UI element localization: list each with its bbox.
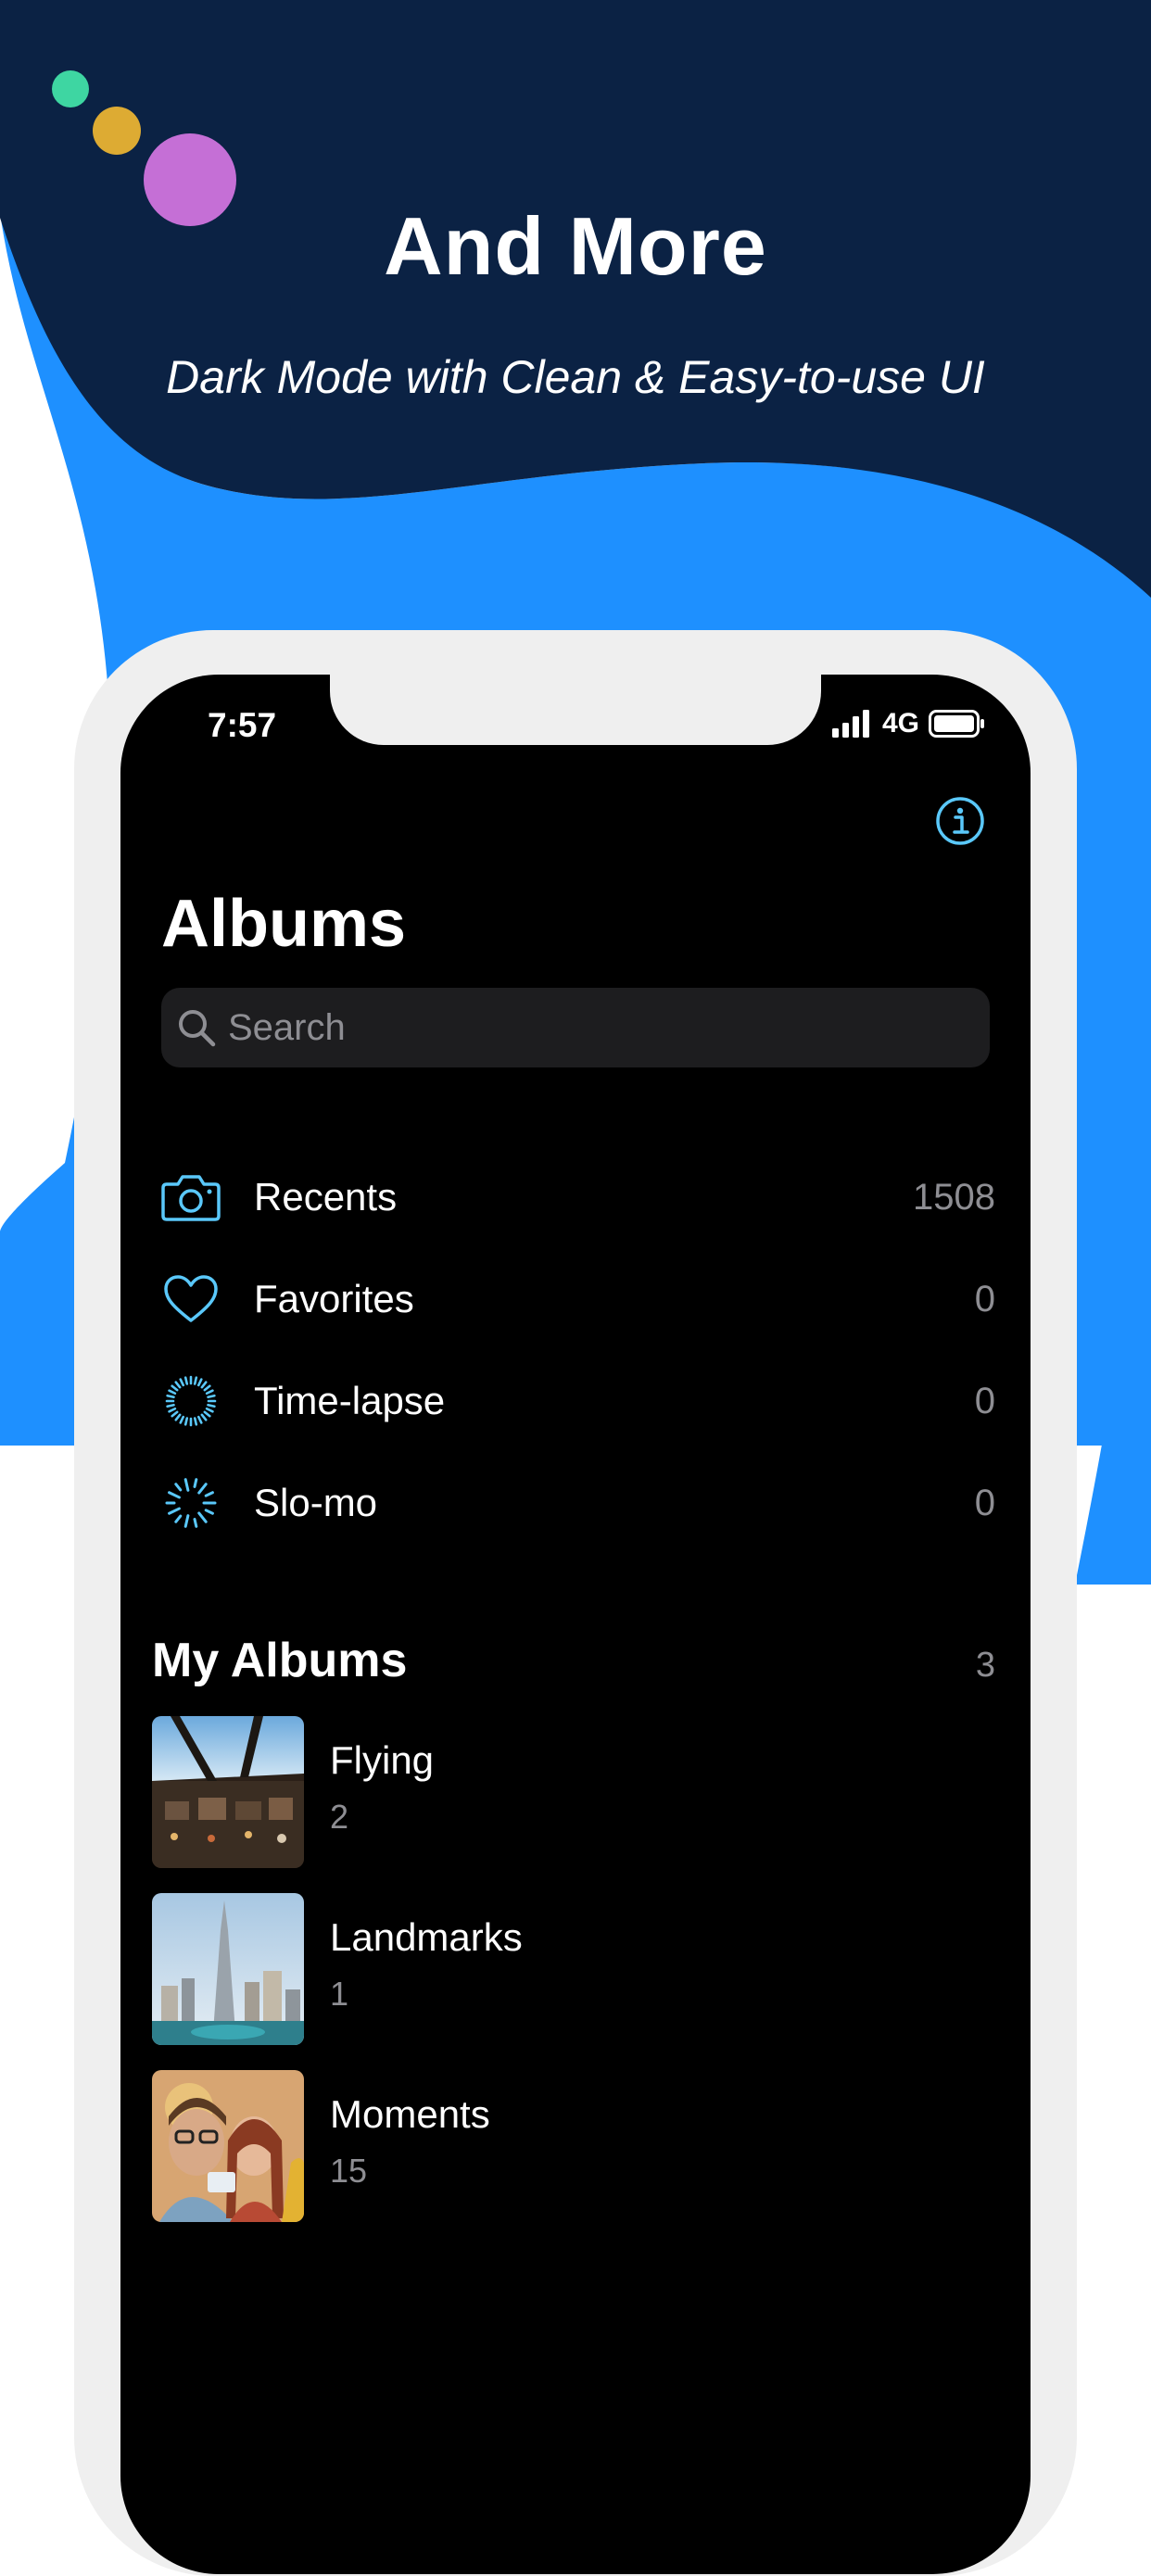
icon-tick	[183, 1417, 189, 1426]
status-indicators: 4G	[831, 708, 986, 739]
icon-tick	[171, 1384, 179, 1392]
icon-tick	[168, 1507, 181, 1515]
icon-tick	[193, 1518, 198, 1528]
icon-tick	[183, 1478, 190, 1492]
album-row-label: Time-lapse	[254, 1379, 446, 1422]
promo-subline: Dark Mode with Clean & Easy-to-use UI	[166, 351, 985, 403]
decor-dot-yellow	[93, 107, 141, 155]
slomo-icon	[161, 1473, 221, 1533]
icon-tick	[207, 1394, 216, 1399]
heart-icon	[161, 1269, 221, 1329]
album-row-count: 0	[974, 1278, 995, 1320]
album-row-favorites[interactable]: Favorites 0	[161, 1253, 995, 1345]
album-name: Flying	[330, 1738, 435, 1782]
timelapse-icon	[161, 1371, 221, 1431]
icon-tick	[203, 1384, 211, 1392]
icon-tick	[197, 1483, 208, 1495]
search-input[interactable]	[226, 1005, 990, 1050]
info-icon[interactable]	[934, 795, 986, 847]
album-name: Moments	[330, 2092, 490, 2136]
icon-tick	[168, 1389, 177, 1395]
icon-tick	[205, 1407, 214, 1413]
icon-tick	[205, 1389, 214, 1395]
icon-tick	[183, 1514, 190, 1528]
album-row-label: Recents	[254, 1175, 398, 1219]
album-row-recents[interactable]: Recents 1508	[161, 1151, 995, 1244]
icon-tick	[200, 1381, 208, 1389]
album-row-count: 0	[974, 1380, 995, 1421]
icon-tick	[203, 1410, 211, 1418]
icon-tick	[174, 1483, 183, 1492]
icon-tick	[197, 1511, 208, 1523]
album-row-label: Favorites	[254, 1277, 414, 1320]
status-time: 7:57	[208, 706, 277, 744]
page-title: Albums	[161, 887, 407, 961]
icon-tick	[174, 1381, 182, 1389]
icon-tick	[204, 1509, 214, 1515]
icon-tick	[196, 1415, 203, 1424]
icon-tick	[196, 1378, 203, 1387]
icon-tick	[174, 1514, 183, 1523]
album-row-count: 1508	[913, 1176, 995, 1218]
album-count: 1	[330, 1975, 349, 2013]
icon-tick	[171, 1410, 179, 1418]
album-count: 2	[330, 1798, 349, 1836]
album-item-landmarks[interactable]: Landmarks 1	[152, 1893, 986, 2045]
phone-screen: 7:57 4G Albums Search Recents 1508 Favor…	[120, 675, 1031, 2574]
album-row-label: Slo-mo	[254, 1481, 378, 1524]
network-type: 4G	[881, 708, 919, 739]
search-bar[interactable]	[161, 988, 990, 1067]
icon-tick	[200, 1413, 208, 1421]
album-thumbnail	[152, 1716, 304, 1868]
icon-tick	[193, 1478, 198, 1488]
section-count: 3	[975, 1646, 995, 1685]
icon-tick	[207, 1403, 216, 1408]
notch	[330, 675, 821, 745]
camera-icon	[161, 1168, 221, 1227]
album-row-timelapse[interactable]: Time-lapse 0	[161, 1355, 995, 1447]
my-albums-header: My Albums 3	[152, 1633, 995, 1688]
album-item-flying[interactable]: Flying 2	[152, 1716, 986, 1868]
icon-tick	[193, 1376, 198, 1385]
icon-tick	[183, 1376, 189, 1385]
icon-tick	[193, 1417, 198, 1426]
icon-tick	[166, 1394, 175, 1399]
icon-tick	[166, 1403, 175, 1408]
decor-dot-green	[52, 70, 89, 107]
album-row-slomo[interactable]: Slo-mo 0	[161, 1457, 995, 1549]
album-thumbnail	[152, 1893, 304, 2045]
battery-icon	[929, 710, 984, 738]
icon-tick	[179, 1378, 185, 1387]
album-item-moments[interactable]: Moments 15	[152, 2070, 986, 2222]
promo-headline: And More	[384, 200, 767, 292]
album-thumbnail	[152, 2070, 304, 2222]
icon-tick	[168, 1491, 181, 1499]
icon-tick	[204, 1491, 214, 1497]
icon-tick	[174, 1413, 182, 1421]
album-count: 15	[330, 2152, 368, 2190]
album-name: Landmarks	[330, 1915, 523, 1959]
search-icon	[179, 1010, 216, 1047]
signal-icon	[831, 710, 869, 738]
album-row-count: 0	[974, 1482, 995, 1523]
section-title: My Albums	[152, 1634, 408, 1687]
icon-tick	[168, 1407, 177, 1413]
icon-tick	[179, 1415, 185, 1424]
